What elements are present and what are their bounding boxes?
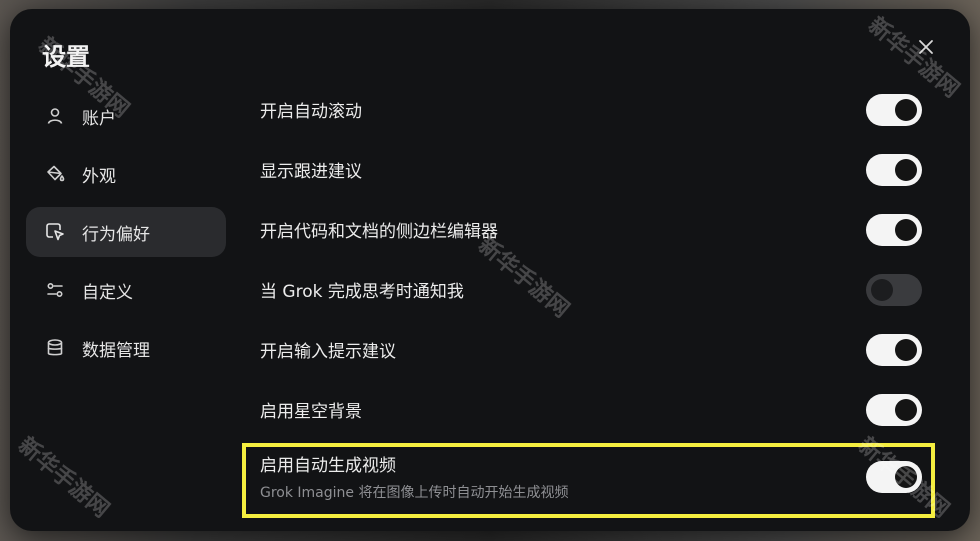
sidebar-item-label: 外观 [82, 166, 116, 187]
auto-video-toggle[interactable] [866, 461, 922, 493]
input-suggestions-toggle[interactable] [866, 334, 922, 366]
setting-row-auto-scroll: 开启自动滚动 [260, 79, 940, 139]
toggle-knob [895, 339, 917, 361]
sidebar-item-label: 自定义 [82, 282, 133, 303]
setting-row-sidebar-editor: 开启代码和文档的侧边栏编辑器 [260, 199, 940, 259]
cursor-pointer-icon [44, 221, 66, 243]
settings-sidebar: 账户 外观 行为偏好 自定义 数据管理 [26, 91, 226, 381]
setting-description: Grok Imagine 将在图像上传时自动开始生成视频 [260, 484, 569, 501]
sidebar-item-customize[interactable]: 自定义 [26, 265, 226, 315]
setting-row-starry-background: 启用星空背景 [260, 379, 940, 439]
sidebar-item-label: 行为偏好 [82, 224, 150, 245]
auto-scroll-toggle[interactable] [866, 94, 922, 126]
sidebar-item-label: 账户 [82, 108, 116, 129]
setting-label: 当 Grok 完成思考时通知我 [260, 281, 464, 302]
setting-label: 开启自动滚动 [260, 101, 362, 122]
setting-row-auto-video: 启用自动生成视频 Grok Imagine 将在图像上传时自动开始生成视频 [260, 439, 940, 513]
sidebar-item-appearance[interactable]: 外观 [26, 149, 226, 199]
setting-label: 开启代码和文档的侧边栏编辑器 [260, 221, 498, 242]
setting-label: 开启输入提示建议 [260, 341, 396, 362]
toggle-knob [895, 466, 917, 488]
dialog-title: 设置 [42, 43, 90, 71]
user-icon [44, 105, 66, 127]
sidebar-item-behavior[interactable]: 行为偏好 [26, 207, 226, 257]
sidebar-item-data-management[interactable]: 数据管理 [26, 323, 226, 373]
starry-background-toggle[interactable] [866, 394, 922, 426]
settings-list: 开启自动滚动 显示跟进建议 开启代码和文档的侧边栏编辑器 当 Grok 完成思考… [260, 79, 940, 513]
follow-up-suggestions-toggle[interactable] [866, 154, 922, 186]
setting-label: 显示跟进建议 [260, 161, 362, 182]
toggle-knob [895, 99, 917, 121]
setting-row-follow-up-suggestions: 显示跟进建议 [260, 139, 940, 199]
setting-text: 启用自动生成视频 Grok Imagine 将在图像上传时自动开始生成视频 [260, 451, 568, 502]
settings-dialog: 设置 账户 外观 行为偏好 自定义 数据管理 开启自动滚动 显示跟进建议 开启代… [10, 9, 970, 531]
close-icon[interactable] [916, 37, 936, 57]
database-icon [44, 337, 66, 359]
sliders-icon [44, 279, 66, 301]
toggle-knob [895, 219, 917, 241]
notify-on-think-toggle[interactable] [866, 274, 922, 306]
sidebar-item-label: 数据管理 [82, 340, 150, 361]
toggle-knob [895, 399, 917, 421]
setting-label: 启用自动生成视频 [260, 455, 396, 476]
sidebar-item-account[interactable]: 账户 [26, 91, 226, 141]
setting-row-input-suggestions: 开启输入提示建议 [260, 319, 940, 379]
toggle-knob [871, 279, 893, 301]
toggle-knob [895, 159, 917, 181]
sidebar-editor-toggle[interactable] [866, 214, 922, 246]
setting-row-notify-on-think: 当 Grok 完成思考时通知我 [260, 259, 940, 319]
paint-bucket-icon [44, 163, 66, 185]
setting-label: 启用星空背景 [260, 401, 362, 422]
